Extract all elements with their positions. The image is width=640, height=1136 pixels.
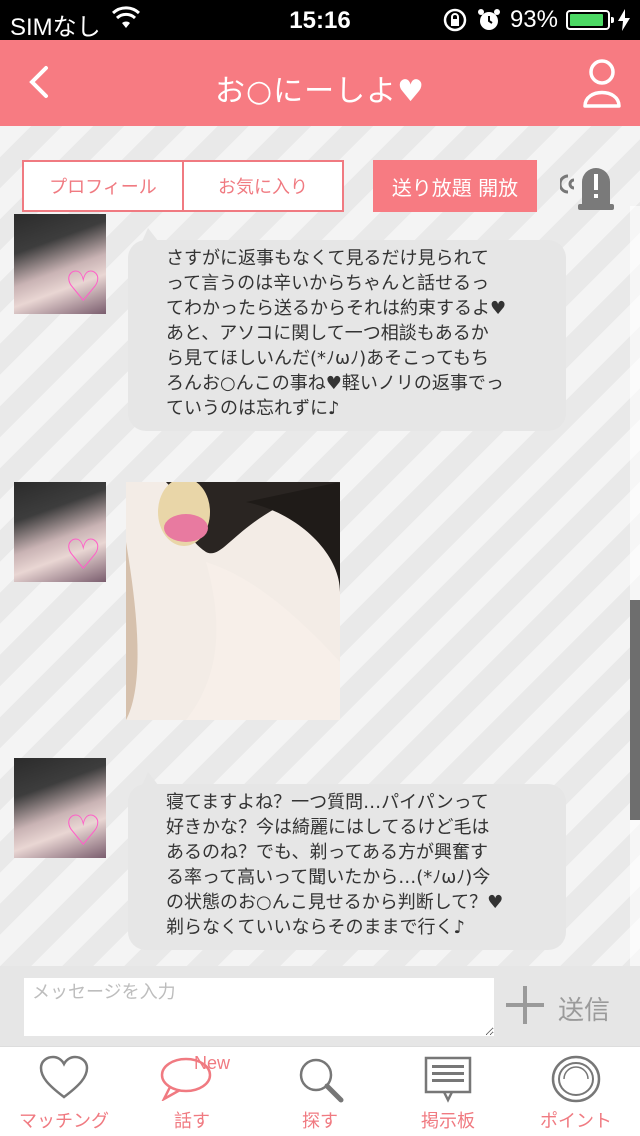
action-row: プロフィール お気に入り — [22, 160, 344, 212]
page-title: お○にーしよ♥ — [214, 74, 426, 109]
nav-bar: お○にーしよ♥ — [0, 40, 640, 126]
tab-label: マッチング — [19, 1111, 109, 1132]
status-right: 93% — [442, 6, 630, 34]
message-line: ていうのは忘れずに♪ — [166, 398, 340, 419]
message-input[interactable] — [24, 978, 494, 1036]
magnifier-icon — [299, 1058, 344, 1103]
tab-board[interactable]: 掲示板 — [384, 1047, 512, 1136]
message-line: 好きかな？今は綺麗にはしてるけど毛は — [166, 817, 490, 838]
profile-button[interactable]: プロフィール — [22, 160, 184, 212]
tab-points[interactable]: ポイント — [512, 1047, 640, 1136]
message-bubble: 寝てますよね？一つ質問…パイパンって 好きかな？今は綺麗にはしてるけど毛は ある… — [128, 772, 566, 950]
tab-talk[interactable]: New 話す — [128, 1047, 256, 1136]
plus-icon[interactable] — [504, 984, 546, 1026]
battery-fill — [570, 14, 604, 26]
message-compose-bar: 送信 — [0, 966, 640, 1046]
message-line: 寝てますよね？一つ質問…パイパンって — [166, 792, 489, 813]
tab-bar: マッチング New 話す 探す 掲示板 ポイント — [0, 1046, 640, 1136]
message-line: てわかったら送るからそれは約束するよ♥ — [166, 298, 507, 319]
photo-message[interactable] — [126, 482, 340, 720]
photo-image — [126, 482, 340, 720]
sender-avatar[interactable]: ♡ — [14, 758, 106, 858]
message-line: あるのね？でも、剃ってある方が興奮す — [166, 842, 489, 863]
message-line: ろんお○んこの事ね♥軽いノリの返事でっ — [166, 373, 504, 394]
heart-sticker-icon: ♡ — [64, 262, 102, 311]
tab-matching[interactable]: マッチング — [0, 1047, 128, 1136]
sender-avatar[interactable]: ♡ — [14, 482, 106, 582]
heart-sticker-icon: ♡ — [64, 806, 102, 855]
status-bar: SIMなし 15:16 93% — [0, 0, 640, 41]
board-icon — [424, 1056, 472, 1103]
message-line: 剃らなくていいならそのままで行く♪ — [166, 917, 465, 938]
report-alert-icon[interactable] — [560, 160, 620, 212]
user-profile-icon[interactable] — [582, 58, 622, 110]
rotation-lock-icon — [443, 8, 467, 32]
coin-icon — [551, 1055, 601, 1103]
tab-label: 掲示板 — [421, 1111, 475, 1132]
send-button[interactable]: 送信 — [558, 990, 610, 1027]
message-bubble: さすがに返事もなくて見るだけ見られて って言うのは辛いからちゃんと話せるっ てわ… — [128, 228, 566, 431]
right-strip — [630, 206, 640, 966]
heart-icon — [39, 1055, 89, 1099]
tab-search[interactable]: 探す — [256, 1047, 384, 1136]
chat-area[interactable]: プロフィール お気に入り 送り放題 開放 ♡ さすがに返事もなくて見るだけ見られ… — [0, 126, 640, 966]
new-badge: New — [194, 1053, 231, 1073]
tab-label: ポイント — [540, 1111, 612, 1132]
unlimited-send-button[interactable]: 送り放題 開放 — [373, 160, 537, 212]
message-line: る率って高いって聞いたから…(*ﾉωﾉ)今 — [166, 867, 491, 888]
sender-avatar[interactable]: ♡ — [14, 214, 106, 314]
charging-icon — [618, 9, 630, 31]
tab-label: 話す — [174, 1111, 210, 1132]
battery-icon — [566, 10, 614, 30]
message-line: ら見てほしいんだ(*ﾉωﾉ)あそこってもち — [166, 348, 490, 369]
message-line: さすがに返事もなくて見るだけ見られて — [166, 248, 489, 269]
favorite-button[interactable]: お気に入り — [182, 160, 344, 212]
message-line: の状態のお○んこ見せるから判断して？♥ — [166, 892, 504, 913]
message-line: って言うのは辛いからちゃんと話せるっ — [166, 273, 490, 294]
tab-label: 探す — [302, 1111, 338, 1132]
heart-sticker-icon: ♡ — [64, 530, 102, 579]
scrollbar[interactable] — [630, 600, 640, 820]
message-line: あと、アソコに関して一つ相談もあるか — [166, 323, 489, 344]
battery-percent: 93% — [509, 6, 558, 33]
alarm-icon — [477, 9, 500, 30]
